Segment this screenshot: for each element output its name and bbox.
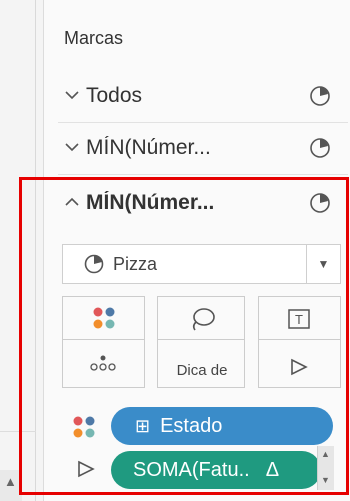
card-title: Todos [86,84,143,107]
caret-up-icon[interactable]: ▲ [4,474,17,489]
marks-card-min-1[interactable]: MÍN(Númer... [58,125,341,171]
card-title: MÍN(Númer... [86,136,211,159]
chevron-down-icon[interactable] [58,87,86,105]
highlight-box [19,177,349,495]
pie-icon [310,138,330,158]
panel-title: Marcas [64,28,124,48]
marks-card-all[interactable]: Todos [58,73,341,119]
divider [58,174,348,175]
divider [58,122,348,123]
chevron-down-icon[interactable] [58,139,86,157]
pie-icon [310,86,330,106]
